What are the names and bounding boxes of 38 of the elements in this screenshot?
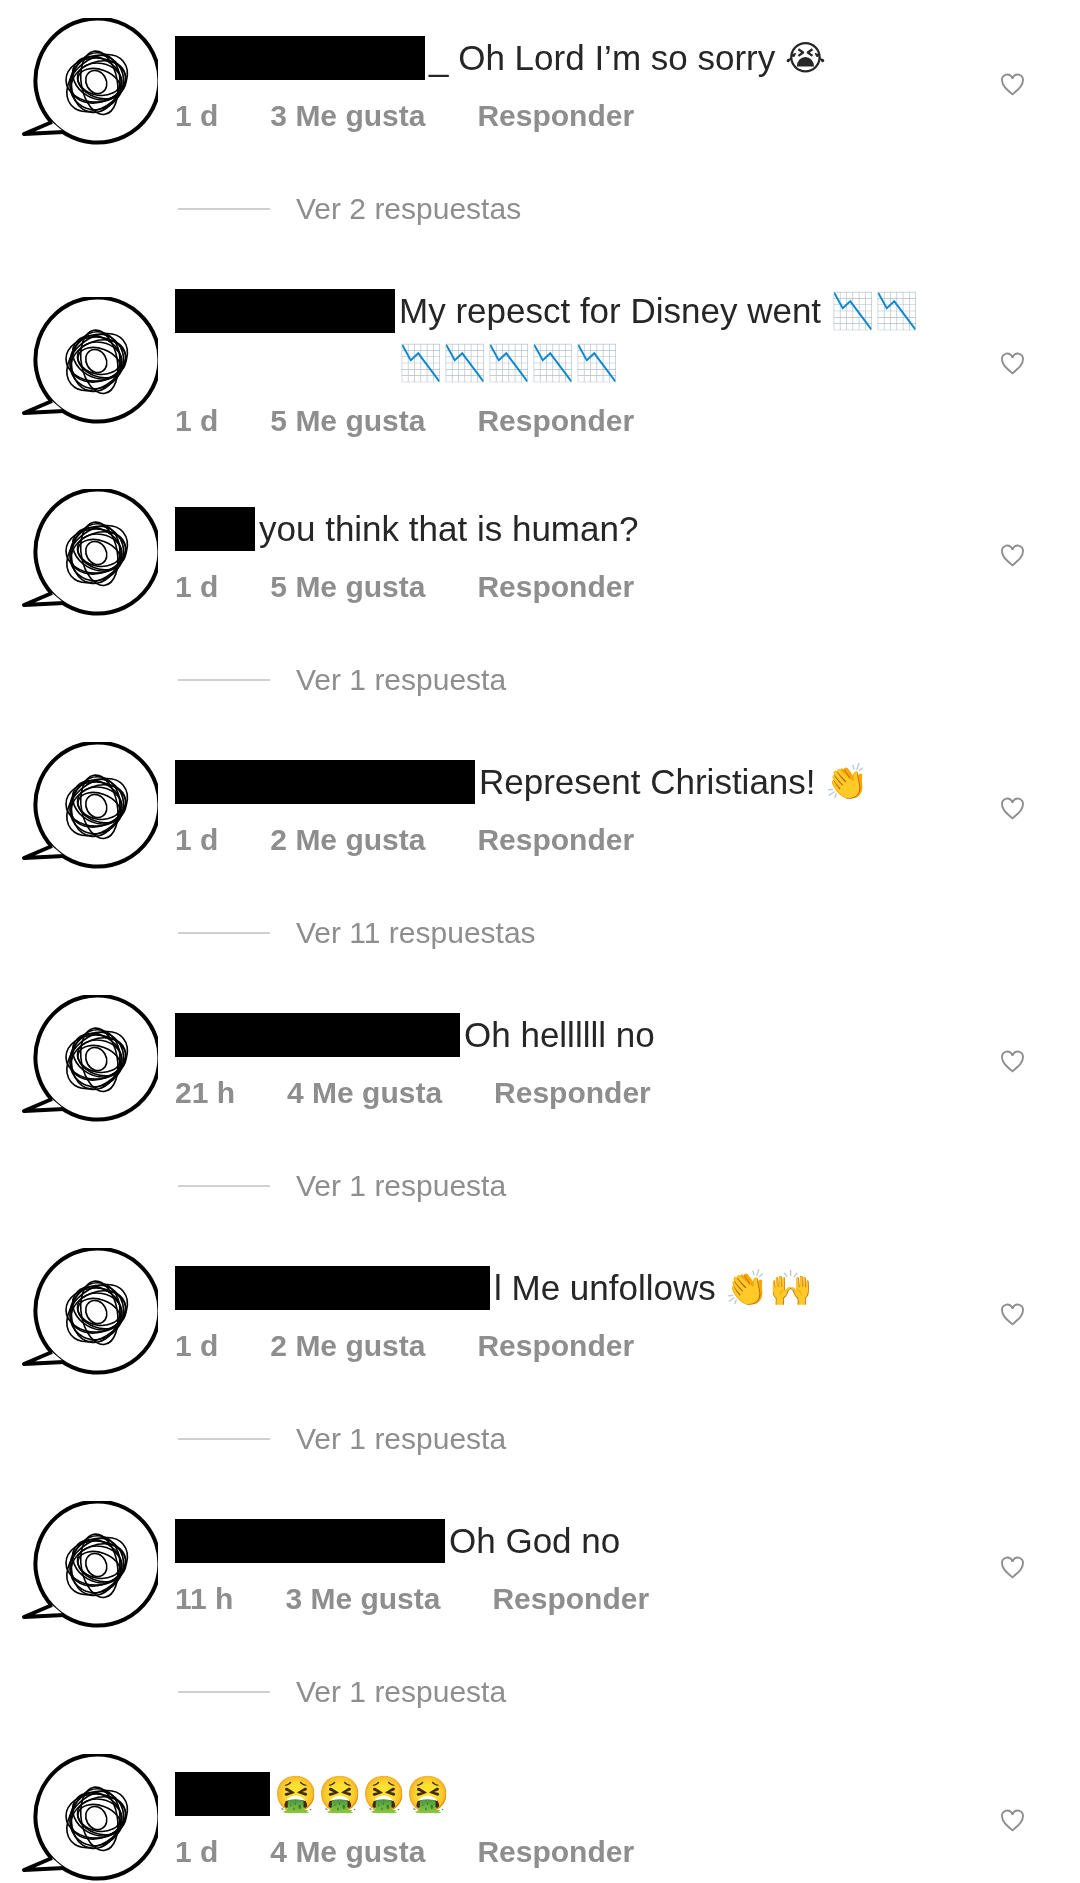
reply-link[interactable]: Responder [477, 399, 635, 443]
view-replies-link[interactable]: Ver 1 respuesta [296, 1670, 507, 1714]
likes-count[interactable]: 2 Me gusta [270, 1324, 426, 1368]
timestamp: 1 d [175, 403, 219, 439]
comment-text: Represent Christians! 👏 [479, 761, 871, 803]
reply-link[interactable]: Responder [477, 565, 635, 609]
likes-count[interactable]: 5 Me gusta [270, 565, 426, 609]
view-replies-link[interactable]: Ver 1 respuesta [296, 1417, 507, 1461]
timestamp: 1 d [175, 822, 219, 858]
likes-count[interactable]: 4 Me gusta [287, 1071, 443, 1115]
timestamp: 1 d [175, 1328, 219, 1364]
reply-link[interactable]: Responder [477, 1830, 635, 1874]
likes-count[interactable]: 3 Me gusta [270, 94, 426, 138]
timestamp: 1 d [175, 1834, 219, 1870]
timestamp: 11 h [175, 1581, 234, 1617]
likes-count[interactable]: 5 Me gusta [270, 399, 426, 443]
view-replies-link[interactable]: Ver 1 respuesta [296, 1164, 507, 1208]
reply-link[interactable]: Responder [492, 1577, 650, 1621]
view-replies-link[interactable]: Ver 1 respuesta [296, 658, 507, 702]
likes-count[interactable]: 4 Me gusta [270, 1830, 426, 1874]
comment-text: 🤮🤮🤮🤮 [274, 1773, 451, 1815]
comment-text: you think that is human? [259, 508, 640, 550]
comment-text: My repesct for Disney went 📉📉📉📉📉📉📉 [399, 290, 920, 384]
timestamp: 1 d [175, 569, 219, 605]
timestamp: 21 h [175, 1075, 236, 1111]
reply-link[interactable]: Responder [477, 94, 635, 138]
comment-text: l Me unfollows 👏🙌 [494, 1267, 815, 1309]
view-replies-link[interactable]: Ver 2 respuestas [296, 187, 522, 231]
comment-text: Oh hellllll no [464, 1014, 656, 1056]
reply-link[interactable]: Responder [477, 1324, 635, 1368]
reply-link[interactable]: Responder [494, 1071, 651, 1115]
likes-count[interactable]: 3 Me gusta [285, 1577, 441, 1621]
comment-text: _ Oh Lord I’m so sorry 😭 [429, 37, 827, 79]
likes-count[interactable]: 2 Me gusta [270, 818, 426, 862]
reply-link[interactable]: Responder [477, 818, 635, 862]
comment-text: Oh God no [449, 1520, 622, 1562]
timestamp: 1 d [175, 98, 219, 134]
view-replies-link[interactable]: Ver 11 respuestas [296, 911, 536, 955]
